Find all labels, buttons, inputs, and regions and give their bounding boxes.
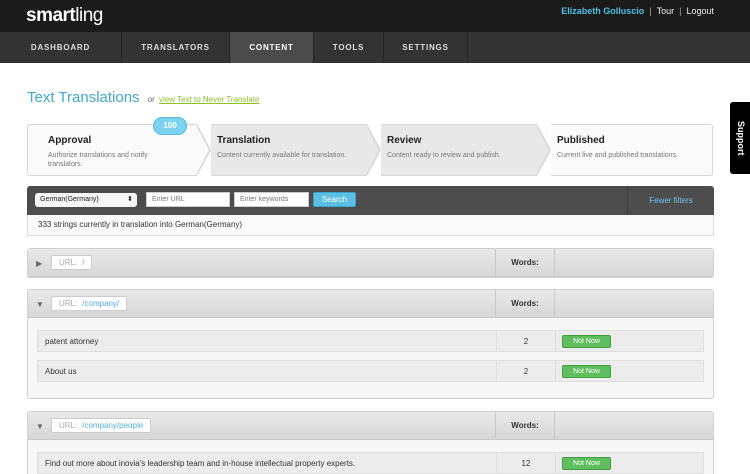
string-row[interactable]: Find out more about inovia's leadership … bbox=[37, 452, 704, 474]
not-now-button[interactable]: Not Now bbox=[562, 457, 611, 470]
url-group: ▼ URL:/company/ Words: patent attorney 2… bbox=[27, 289, 714, 399]
string-text: About us bbox=[45, 367, 77, 376]
keywords-input[interactable] bbox=[234, 192, 309, 207]
strings-count: 333 strings currently in translation int… bbox=[27, 215, 714, 236]
workflow-steps: Approval Authorize translations and noti… bbox=[27, 124, 713, 176]
step-review[interactable]: Review Content ready to review and publi… bbox=[381, 124, 537, 176]
support-tab[interactable]: Support bbox=[730, 102, 750, 174]
never-translate-link[interactable]: view Text to Never Translate bbox=[159, 95, 259, 104]
words-header: Words: bbox=[495, 290, 555, 318]
search-button[interactable]: Search bbox=[313, 192, 356, 207]
nav-content[interactable]: CONTENT bbox=[230, 32, 314, 63]
words-header: Words: bbox=[495, 249, 555, 277]
url-group-header[interactable]: ▼ URL:/company/ Words: bbox=[28, 290, 713, 318]
nav-dashboard[interactable]: DASHBOARD bbox=[0, 32, 122, 63]
not-now-button[interactable]: Not Now bbox=[562, 365, 611, 378]
nav-translators[interactable]: TRANSLATORS bbox=[122, 32, 230, 63]
filter-bar: German(Germany) ⬍ Search Fewer filters bbox=[27, 186, 714, 215]
approval-count-badge: 100 bbox=[153, 117, 187, 135]
url-label: URL:/company/ bbox=[51, 296, 128, 311]
language-select[interactable]: German(Germany) ⬍ bbox=[35, 193, 137, 207]
collapse-triangle-icon[interactable]: ▼ bbox=[36, 422, 44, 431]
url-group: ▶ URL: / Words: bbox=[27, 248, 714, 278]
tour-link[interactable]: Tour bbox=[657, 6, 675, 16]
word-count: 12 bbox=[496, 453, 556, 474]
url-label: URL:/company/people bbox=[51, 418, 152, 433]
nav-settings[interactable]: SETTINGS bbox=[384, 32, 468, 63]
not-now-button[interactable]: Not Now bbox=[562, 335, 611, 348]
words-header: Words: bbox=[495, 412, 555, 440]
page-title: Text Translations or view Text to Never … bbox=[27, 89, 260, 106]
word-count: 2 bbox=[496, 331, 556, 352]
step-translation[interactable]: Translation Content currently available … bbox=[211, 124, 367, 176]
top-bar: smartling Elizabeth Golluscio | Tour | Logou… bbox=[0, 0, 750, 32]
string-text: Find out more about inovia's leadership … bbox=[45, 459, 356, 468]
step-published[interactable]: Published Current live and published tra… bbox=[551, 124, 713, 176]
user-name-link[interactable]: Elizabeth Golluscio bbox=[561, 6, 644, 16]
smartling-logo[interactable]: smartling bbox=[26, 5, 103, 27]
expand-triangle-icon[interactable]: ▶ bbox=[36, 259, 42, 268]
select-arrows-icon: ⬍ bbox=[127, 196, 133, 203]
fewer-filters-link[interactable]: Fewer filters bbox=[627, 186, 714, 215]
nav-tools[interactable]: TOOLS bbox=[314, 32, 384, 63]
logout-link[interactable]: Logout bbox=[686, 6, 714, 16]
url-group-header[interactable]: ▶ URL: / Words: bbox=[28, 249, 713, 277]
url-label: URL: / bbox=[51, 255, 93, 270]
word-count: 2 bbox=[496, 361, 556, 382]
string-row[interactable]: patent attorney 2 Not Now bbox=[37, 330, 704, 352]
string-row[interactable]: About us 2 Not Now bbox=[37, 360, 704, 382]
url-group-header[interactable]: ▼ URL:/company/people Words: bbox=[28, 412, 713, 440]
main-nav: DASHBOARD TRANSLATORS CONTENT TOOLS SETT… bbox=[0, 32, 750, 63]
user-links: Elizabeth Golluscio | Tour | Logout bbox=[561, 6, 714, 16]
url-group: ▼ URL:/company/people Words: Find out mo… bbox=[27, 411, 714, 474]
url-input[interactable] bbox=[146, 192, 230, 207]
collapse-triangle-icon[interactable]: ▼ bbox=[36, 300, 44, 309]
string-text: patent attorney bbox=[45, 337, 99, 346]
